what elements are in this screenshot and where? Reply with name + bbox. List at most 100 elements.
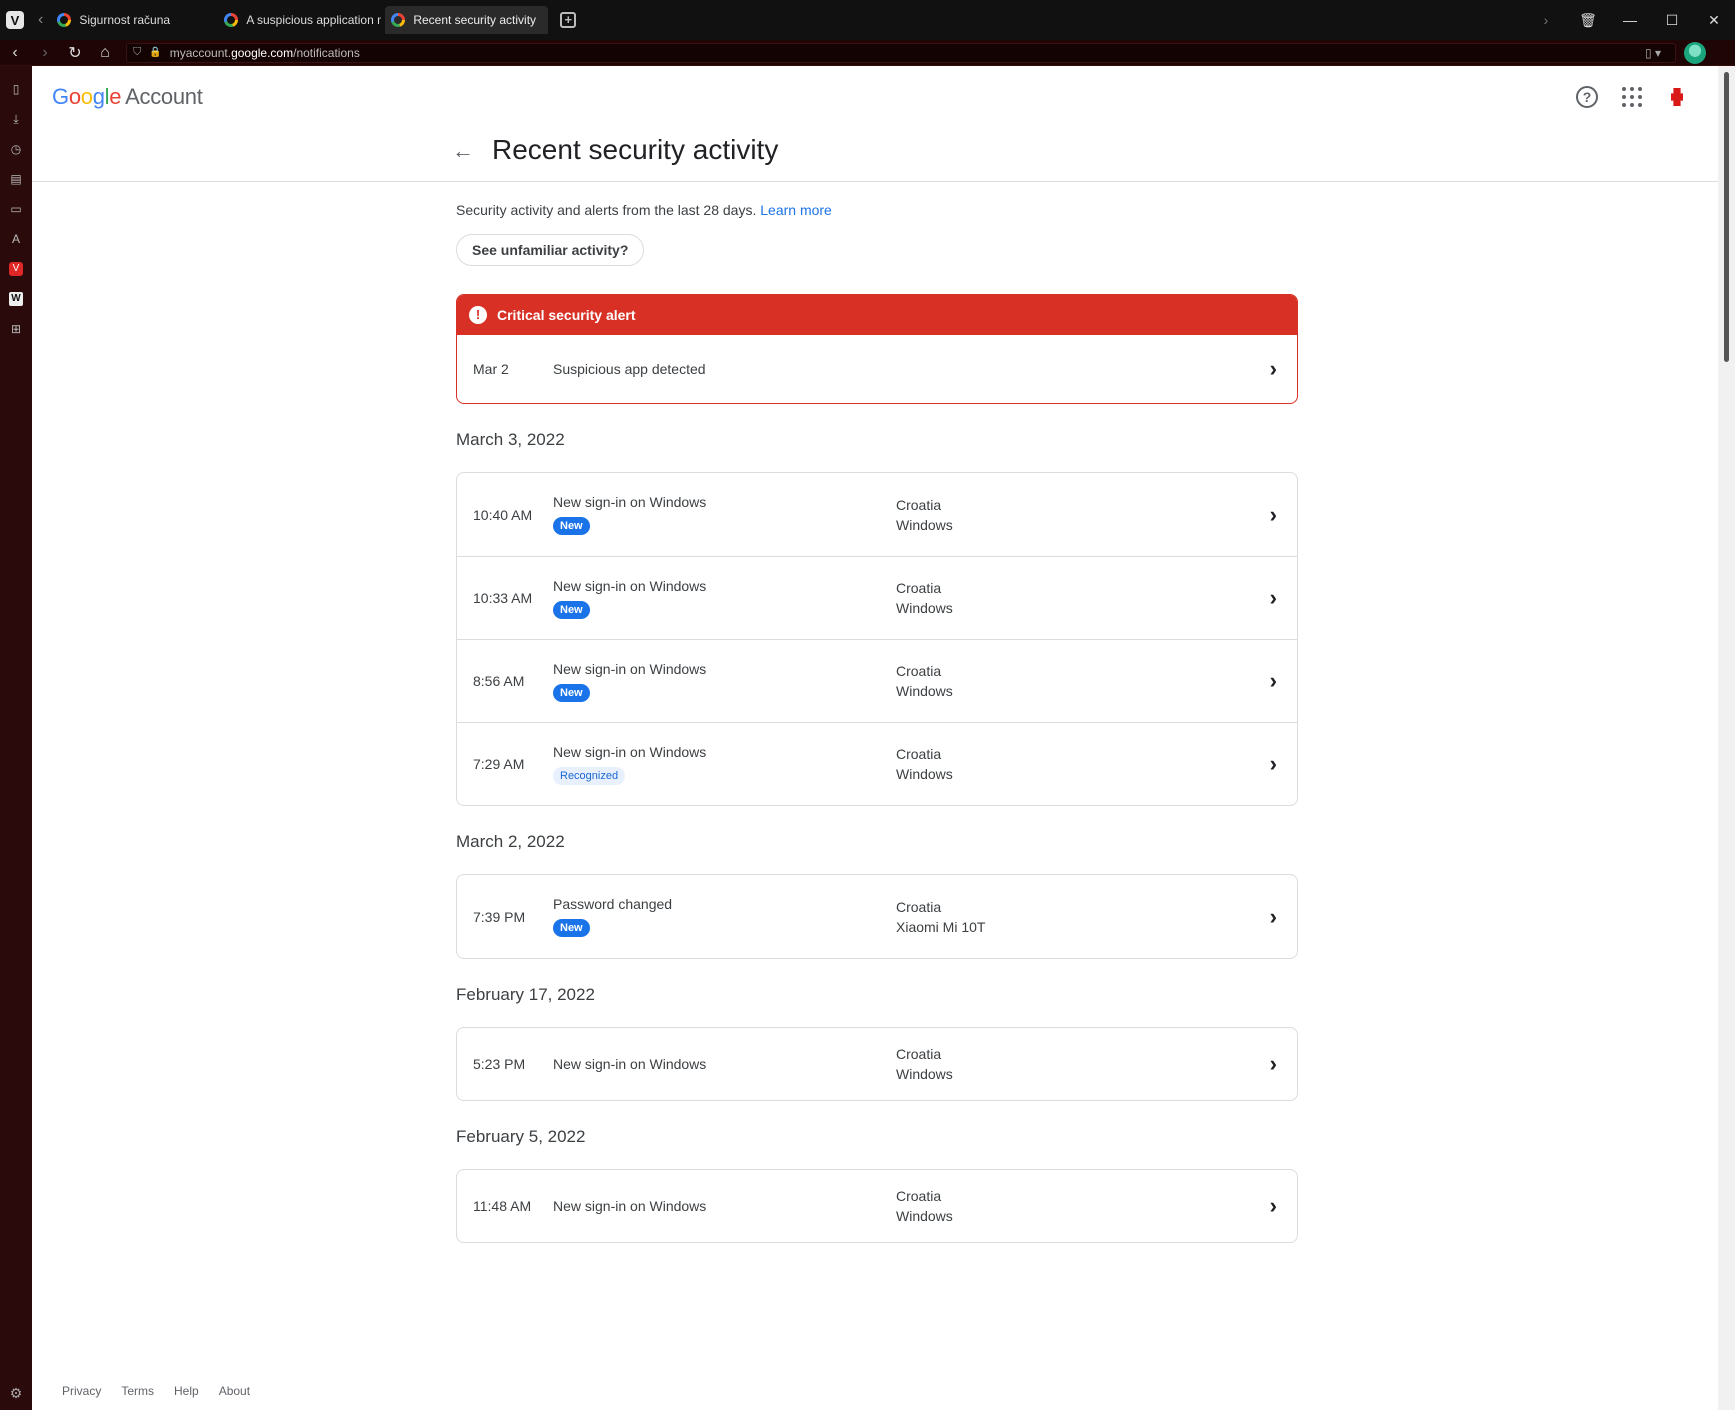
activity-location: Croatia Xiaomi Mi 10T	[896, 897, 985, 937]
activity-row[interactable]: 11:48 AM New sign-in on Windows Croatia Win…	[457, 1170, 1297, 1242]
vivaldi-menu-icon[interactable]: V	[6, 11, 24, 29]
activity-location: Croatia Windows	[896, 1044, 953, 1084]
scrollbar-thumb[interactable]	[1724, 72, 1729, 362]
activity-country: Croatia	[896, 496, 942, 513]
activity-location: Croatia Windows	[896, 744, 953, 784]
profile-avatar[interactable]	[1684, 41, 1706, 64]
browser-side-panel: ▯ ⤓ ◷ ▤ ▭ A V W ⊞ ⚙	[0, 66, 32, 1410]
account-avatar-icon[interactable]	[1666, 86, 1688, 108]
activity-device: Windows	[896, 766, 953, 782]
google-account-logo[interactable]: Google Account	[52, 84, 203, 110]
window-panel-icon[interactable]: ▭	[9, 202, 23, 216]
date-heading: February 17, 2022	[456, 985, 595, 1004]
activity-time: 5:23 PM	[473, 1056, 526, 1072]
activity-row[interactable]: 7:29 AM New sign-in on Windows Recognized C…	[457, 722, 1297, 805]
suspicious-app-alert-row[interactable]: Mar 2 Suspicious app detected ›	[457, 335, 1297, 403]
page-scrollbar[interactable]	[1718, 66, 1735, 1410]
trash-icon[interactable]: 🗑	[1567, 12, 1609, 29]
forward-icon[interactable]: ›	[30, 44, 60, 62]
activity-row[interactable]: 10:33 AM New sign-in on Windows New Croatia…	[457, 556, 1297, 639]
chevron-right-icon: ›	[1269, 501, 1277, 527]
chevron-right-icon: ›	[1269, 668, 1277, 693]
chevron-right-icon: ›	[1269, 751, 1277, 776]
url-host: google.com	[231, 45, 294, 60]
activity-location: Croatia Windows	[896, 1186, 953, 1226]
footer-about-link[interactable]: About	[219, 1384, 250, 1398]
wikipedia-panel-icon[interactable]: W	[9, 292, 23, 306]
activity-row[interactable]: 5:23 PM New sign-in on Windows Croatia Wind…	[457, 1028, 1297, 1100]
settings-gear-icon[interactable]: ⚙	[10, 1385, 23, 1402]
activity-device: Windows	[896, 683, 953, 699]
activity-group-card: 10:40 AM New sign-in on Windows New Croatia…	[456, 472, 1298, 806]
main-content: Security activity and alerts from the la…	[456, 202, 1298, 1243]
activity-device: Windows	[896, 516, 953, 533]
back-arrow-icon[interactable]: ←	[452, 138, 474, 164]
tab-scroll-right-icon[interactable]: ›	[1525, 12, 1567, 28]
activity-group-card: 7:39 PM Password changed New Croatia Xiaomi …	[456, 874, 1298, 959]
close-window-icon[interactable]: ✕	[1693, 12, 1735, 29]
help-icon[interactable]: ?	[1576, 86, 1598, 108]
new-badge: New	[553, 919, 590, 937]
activity-device: Windows	[896, 600, 953, 616]
notes-panel-icon[interactable]: ▤	[9, 172, 23, 186]
history-panel-icon[interactable]: ◷	[9, 142, 23, 156]
learn-more-link[interactable]: Learn more	[760, 202, 832, 218]
footer: Privacy Terms Help About	[62, 1384, 250, 1398]
activity-time: 7:39 PM	[473, 908, 526, 925]
url-prefix: myaccount.	[169, 45, 232, 60]
account-label: Account	[125, 84, 203, 109]
footer-privacy-link[interactable]: Privacy	[62, 1384, 101, 1398]
footer-terms-link[interactable]: Terms	[121, 1384, 154, 1398]
footer-help-link[interactable]: Help	[174, 1384, 199, 1398]
activity-country: Croatia	[896, 1188, 942, 1204]
chevron-right-icon: ›	[1269, 1051, 1277, 1076]
minimize-icon[interactable]: —	[1609, 12, 1651, 28]
google-apps-icon[interactable]	[1622, 87, 1642, 107]
vivaldi-panel-icon[interactable]: V	[9, 262, 23, 276]
new-badge: New	[553, 517, 590, 535]
recognized-badge: Recognized	[553, 766, 626, 785]
web-page: Google Account ? ← Recent security activi…	[32, 66, 1718, 1410]
activity-event: Password changed New	[553, 896, 672, 937]
shield-icon[interactable]: ⛉	[133, 46, 141, 59]
google-account-header: Google Account ?	[32, 66, 1718, 130]
bookmarks-panel-icon[interactable]: ▯	[9, 82, 23, 96]
tab-sigurnost-racuna[interactable]: Sigurnost računa	[51, 6, 214, 34]
maximize-icon[interactable]: ☐	[1651, 12, 1693, 29]
activity-event: New sign-in on Windows	[553, 1056, 706, 1072]
activity-country: Croatia	[896, 898, 942, 915]
activity-device: Windows	[896, 1066, 953, 1082]
url-input[interactable]: ⛉ 🔒 myaccount. google.com/notifications ▯…	[126, 42, 1676, 63]
back-icon[interactable]: ‹	[0, 44, 30, 62]
chevron-right-icon: ›	[1269, 356, 1277, 381]
activity-location: Croatia Windows	[896, 578, 953, 618]
address-bar: ‹ › ↻ ⌂ ⛉ 🔒 myaccount. google.com/notific…	[0, 40, 1735, 66]
activity-row[interactable]: 7:39 PM Password changed New Croatia Xiaomi …	[457, 875, 1297, 958]
url-path: /notifications	[293, 45, 360, 60]
critical-alert-title: Critical security alert	[497, 307, 636, 323]
activity-row[interactable]: 10:40 AM New sign-in on Windows New Croatia…	[457, 473, 1297, 556]
tab-label: A suspicious application ma	[246, 13, 382, 27]
activity-time: 10:33 AM	[473, 590, 533, 606]
alert-date: Mar 2	[473, 361, 509, 377]
new-tab-icon[interactable]: +	[560, 12, 577, 28]
bookmark-icon[interactable]: ▯ ▾	[1645, 46, 1661, 60]
translate-panel-icon[interactable]: A	[9, 232, 23, 246]
tab-recent-security-activity[interactable]: Recent security activity	[385, 6, 549, 34]
header-actions: ?	[1576, 86, 1688, 108]
tab-label: Recent security activity	[413, 13, 537, 27]
home-icon[interactable]: ⌂	[90, 44, 120, 62]
critical-alert-header: ! Critical security alert	[457, 295, 1297, 335]
new-badge: New	[553, 683, 590, 702]
activity-country: Croatia	[896, 1046, 942, 1062]
lock-icon[interactable]: 🔒	[149, 47, 161, 58]
activity-device: Xiaomi Mi 10T	[896, 918, 986, 935]
add-panel-icon[interactable]: ⊞	[9, 322, 23, 336]
tab-scroll-left-icon[interactable]: ‹	[38, 11, 43, 29]
reload-icon[interactable]: ↻	[60, 43, 90, 63]
see-unfamiliar-activity-button[interactable]: See unfamiliar activity?	[456, 234, 645, 266]
tab-suspicious-application[interactable]: A suspicious application ma	[218, 6, 381, 34]
downloads-panel-icon[interactable]: ⤓	[9, 112, 23, 126]
activity-location: Croatia Windows	[896, 495, 953, 535]
activity-row[interactable]: 8:56 AM New sign-in on Windows New Croatia W…	[457, 639, 1297, 722]
